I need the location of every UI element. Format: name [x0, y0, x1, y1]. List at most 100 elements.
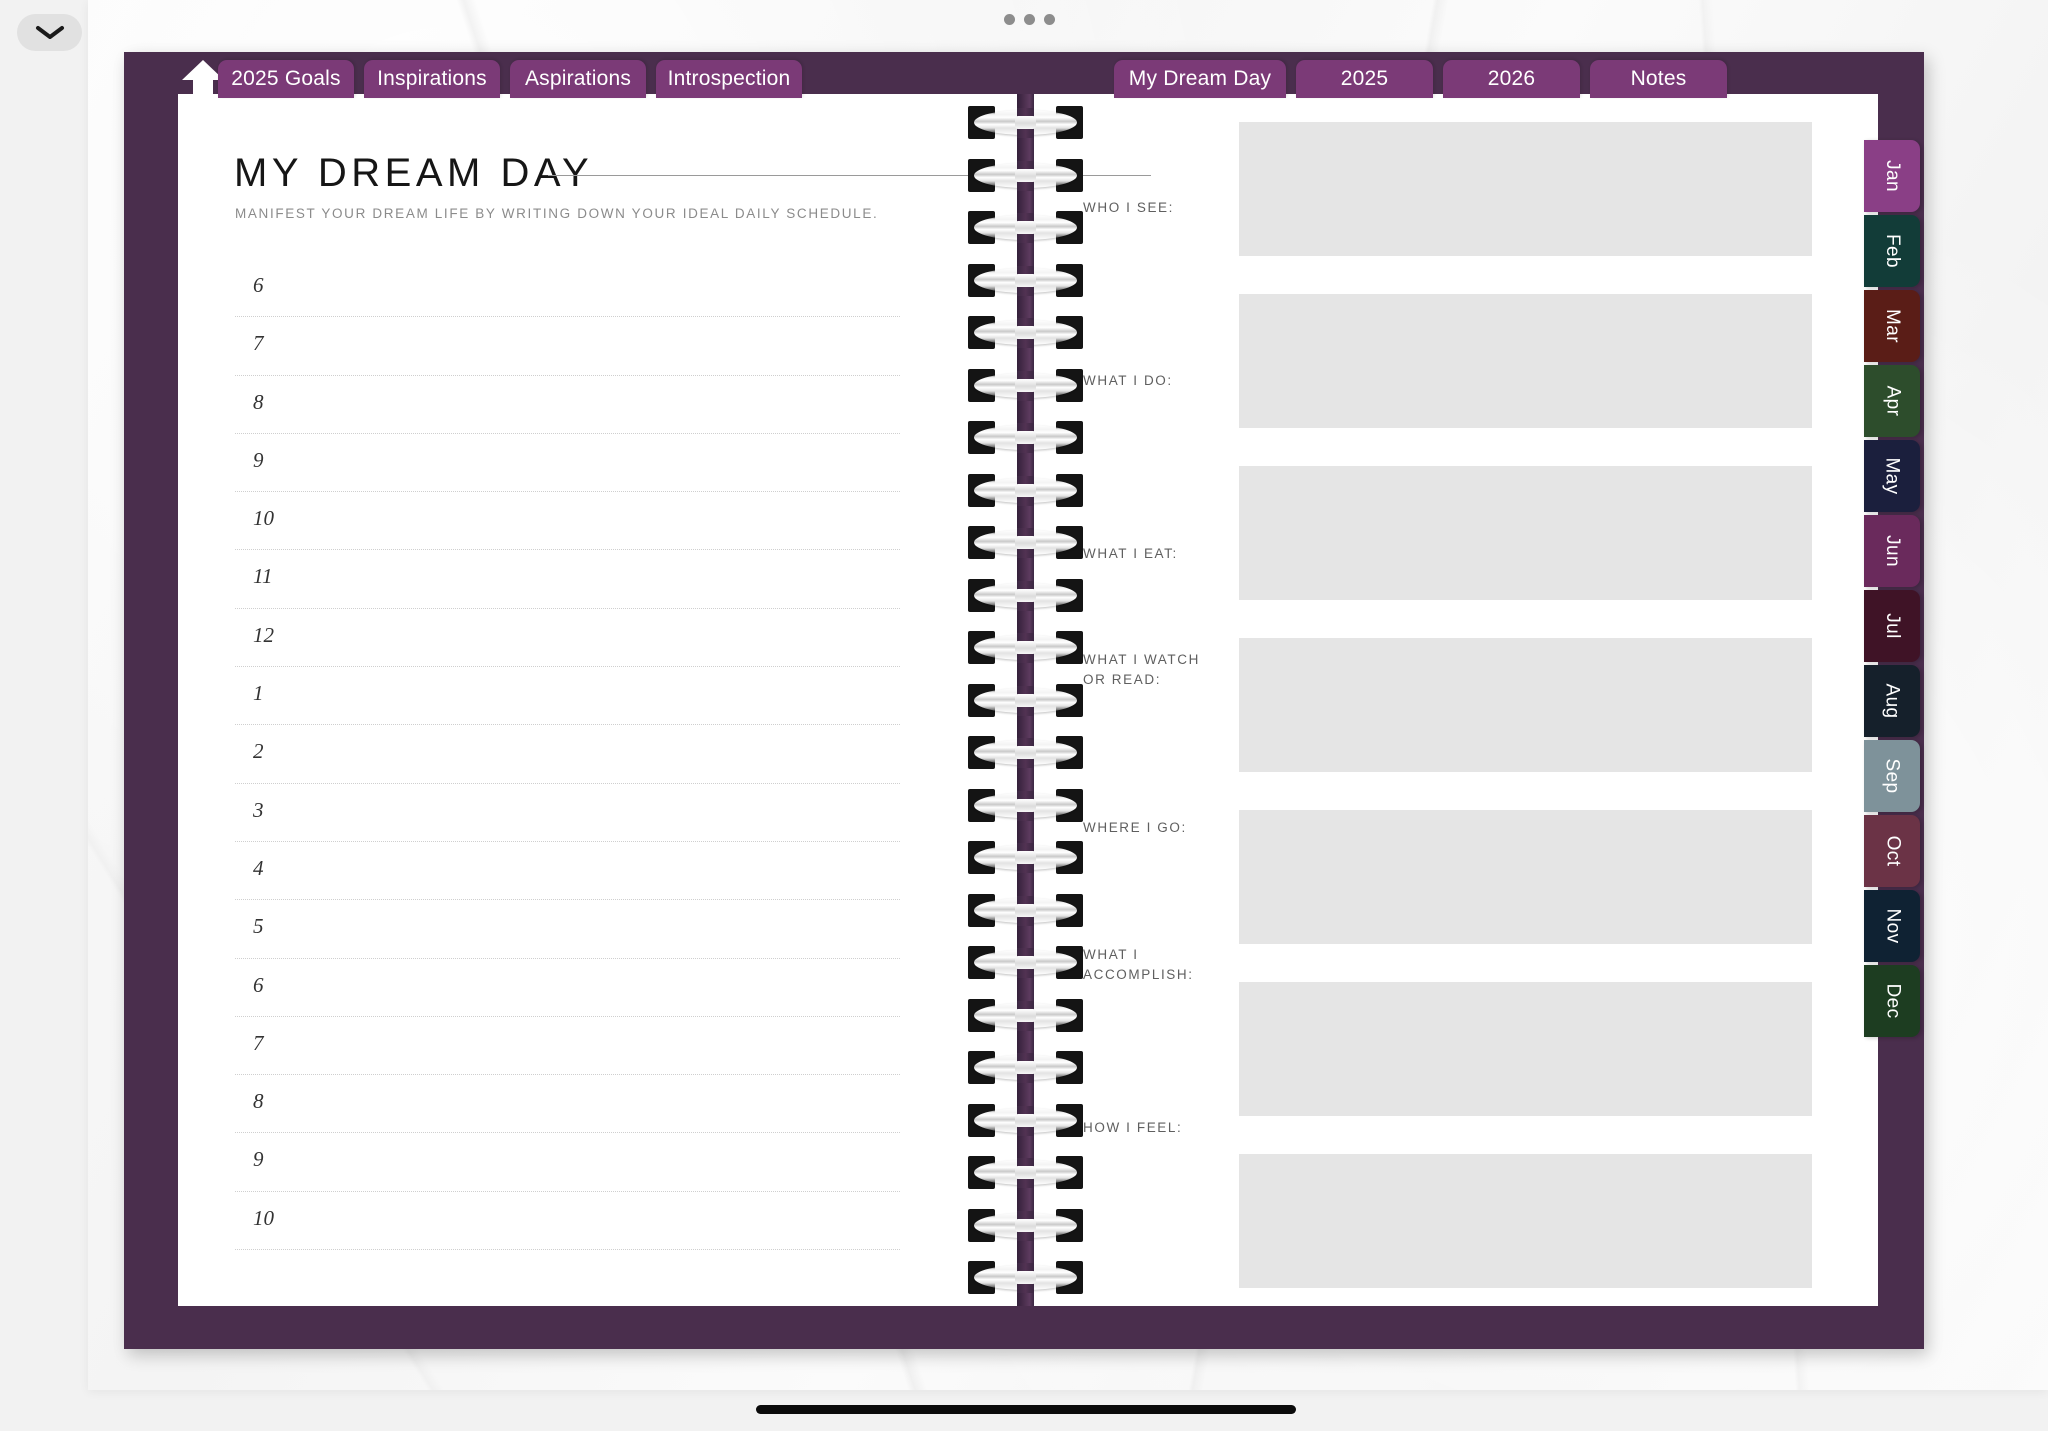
- month-tab-feb[interactable]: Feb: [1864, 215, 1920, 287]
- month-tab-jun[interactable]: Jun: [1864, 515, 1920, 587]
- month-tab-sep[interactable]: Sep: [1864, 740, 1920, 812]
- hour-row[interactable]: 9: [235, 434, 900, 493]
- hour-label: 5: [253, 914, 264, 939]
- prompt-answer-box-5[interactable]: [1239, 982, 1812, 1116]
- left-page: MY DREAM DAY MANIFEST YOUR DREAM LIFE BY…: [178, 94, 1151, 1306]
- month-tab-label: Mar: [1881, 309, 1903, 343]
- collapse-toolbar-button[interactable]: [17, 14, 82, 51]
- month-tab-jan[interactable]: Jan: [1864, 140, 1920, 212]
- top-tab-introspection[interactable]: Introspection: [656, 60, 802, 98]
- spiral-ring: [968, 629, 1083, 667]
- ring-coil-over: [1015, 641, 1036, 654]
- top-tab-label: My Dream Day: [1128, 67, 1272, 90]
- prompt-answer-box-3[interactable]: [1239, 638, 1812, 772]
- page-title: MY DREAM DAY: [234, 151, 594, 195]
- month-tab-label: Feb: [1881, 234, 1903, 268]
- hour-row[interactable]: 6: [235, 259, 900, 318]
- spiral-ring: [968, 1102, 1083, 1140]
- prompt-answer-box-6[interactable]: [1239, 1154, 1812, 1288]
- hour-row[interactable]: 10: [235, 1192, 900, 1251]
- ring-coil-over: [1015, 588, 1036, 602]
- hour-label: 6: [253, 972, 264, 997]
- hour-row[interactable]: 1: [235, 667, 900, 726]
- spiral-ring: [968, 209, 1083, 247]
- prompt-answer-box-0[interactable]: [1239, 122, 1812, 256]
- prompt-label-4: WHERE I GO:: [1083, 820, 1187, 835]
- hour-label: 7: [253, 331, 264, 356]
- hour-label: 1: [253, 681, 264, 706]
- top-tab-aspirations[interactable]: Aspirations: [510, 60, 646, 98]
- dot-1: [1004, 14, 1015, 25]
- top-tab-label: Introspection: [667, 67, 791, 90]
- ring-coil-over: [1015, 1218, 1036, 1232]
- hour-label: 2: [253, 739, 264, 764]
- hour-row[interactable]: 2: [235, 725, 900, 784]
- spiral-ring: [968, 419, 1083, 457]
- spiral-ring: [968, 577, 1083, 615]
- month-tab-label: Dec: [1882, 983, 1903, 1019]
- ring-coil-over: [1015, 378, 1036, 392]
- month-tab-label: Oct: [1881, 835, 1903, 867]
- ring-coil-over: [1015, 483, 1036, 497]
- hour-row[interactable]: 6: [235, 959, 900, 1017]
- hour-row[interactable]: 10: [235, 492, 900, 551]
- prompt-answer-box-1[interactable]: [1239, 294, 1812, 428]
- hour-label: 8: [253, 389, 264, 414]
- window-drag-handle[interactable]: [1004, 14, 1055, 25]
- spiral-ring: [968, 734, 1083, 772]
- hour-row[interactable]: 12: [235, 609, 900, 668]
- spiral-binding: [968, 94, 1083, 1306]
- ring-coil-over: [1015, 746, 1036, 759]
- ring-coil-over: [1015, 903, 1036, 917]
- hour-row[interactable]: 11: [235, 550, 900, 609]
- hour-row[interactable]: 7: [235, 317, 900, 376]
- spiral-ring: [968, 944, 1083, 982]
- month-tab-aug[interactable]: Aug: [1864, 665, 1920, 737]
- top-tab-label: Notes: [1630, 67, 1687, 90]
- month-tab-oct[interactable]: Oct: [1864, 815, 1920, 887]
- hour-label: 7: [253, 1030, 264, 1055]
- month-tab-label: May: [1881, 457, 1903, 495]
- top-tab-bar: 2025 Goals Inspirations Aspirations Introsp…: [124, 52, 1924, 99]
- prompt-label-0: WHO I SEE:: [1083, 200, 1175, 215]
- spiral-ring: [968, 262, 1083, 300]
- hour-row[interactable]: 8: [235, 376, 900, 434]
- top-tab-label: Inspirations: [377, 67, 487, 90]
- spiral-ring: [968, 1154, 1083, 1192]
- top-tab-2025-goals[interactable]: 2025 Goals: [218, 60, 354, 98]
- top-tab-inspirations[interactable]: Inspirations: [364, 60, 500, 98]
- spiral-ring: [968, 682, 1083, 720]
- dot-3: [1044, 14, 1055, 25]
- ring-coil-over: [1015, 1166, 1036, 1179]
- hour-row[interactable]: 7: [235, 1017, 900, 1076]
- hour-row[interactable]: 5: [235, 900, 900, 959]
- hour-row[interactable]: 9: [235, 1133, 900, 1192]
- month-tab-label: Aug: [1881, 683, 1903, 719]
- hour-label: 9: [253, 1147, 264, 1172]
- top-tab-my-dream-day[interactable]: My Dream Day: [1114, 60, 1286, 98]
- month-tab-may[interactable]: May: [1864, 440, 1920, 512]
- hour-label: 9: [253, 447, 264, 472]
- hour-row[interactable]: 8: [235, 1075, 900, 1134]
- home-indicator-bar: [756, 1405, 1296, 1414]
- prompt-label-2: WHAT I EAT:: [1083, 546, 1178, 561]
- month-tab-jul[interactable]: Jul: [1864, 590, 1920, 662]
- top-tab-notes[interactable]: Notes: [1590, 60, 1727, 98]
- dot-2: [1024, 14, 1035, 25]
- month-tab-label: Jun: [1882, 535, 1903, 567]
- hour-row[interactable]: 4: [235, 842, 900, 901]
- top-tab-label: Aspirations: [524, 67, 632, 90]
- prompt-answer-box-4[interactable]: [1239, 810, 1812, 944]
- hour-row[interactable]: 3: [235, 784, 900, 842]
- month-tab-nov[interactable]: Nov: [1864, 890, 1920, 962]
- prompt-label-1: WHAT I DO:: [1083, 373, 1173, 388]
- prompt-answer-box-2[interactable]: [1239, 466, 1812, 600]
- hour-label: 8: [253, 1089, 264, 1114]
- top-tab-2025[interactable]: 2025: [1296, 60, 1433, 98]
- month-tab-mar[interactable]: Mar: [1864, 290, 1920, 362]
- ring-coil-over: [1015, 1061, 1036, 1074]
- month-tab-apr[interactable]: Apr: [1864, 365, 1920, 437]
- top-tab-2026[interactable]: 2026: [1443, 60, 1580, 98]
- month-tab-dec[interactable]: Dec: [1864, 965, 1920, 1037]
- page-subtitle: MANIFEST YOUR DREAM LIFE BY WRITING DOWN…: [235, 206, 879, 221]
